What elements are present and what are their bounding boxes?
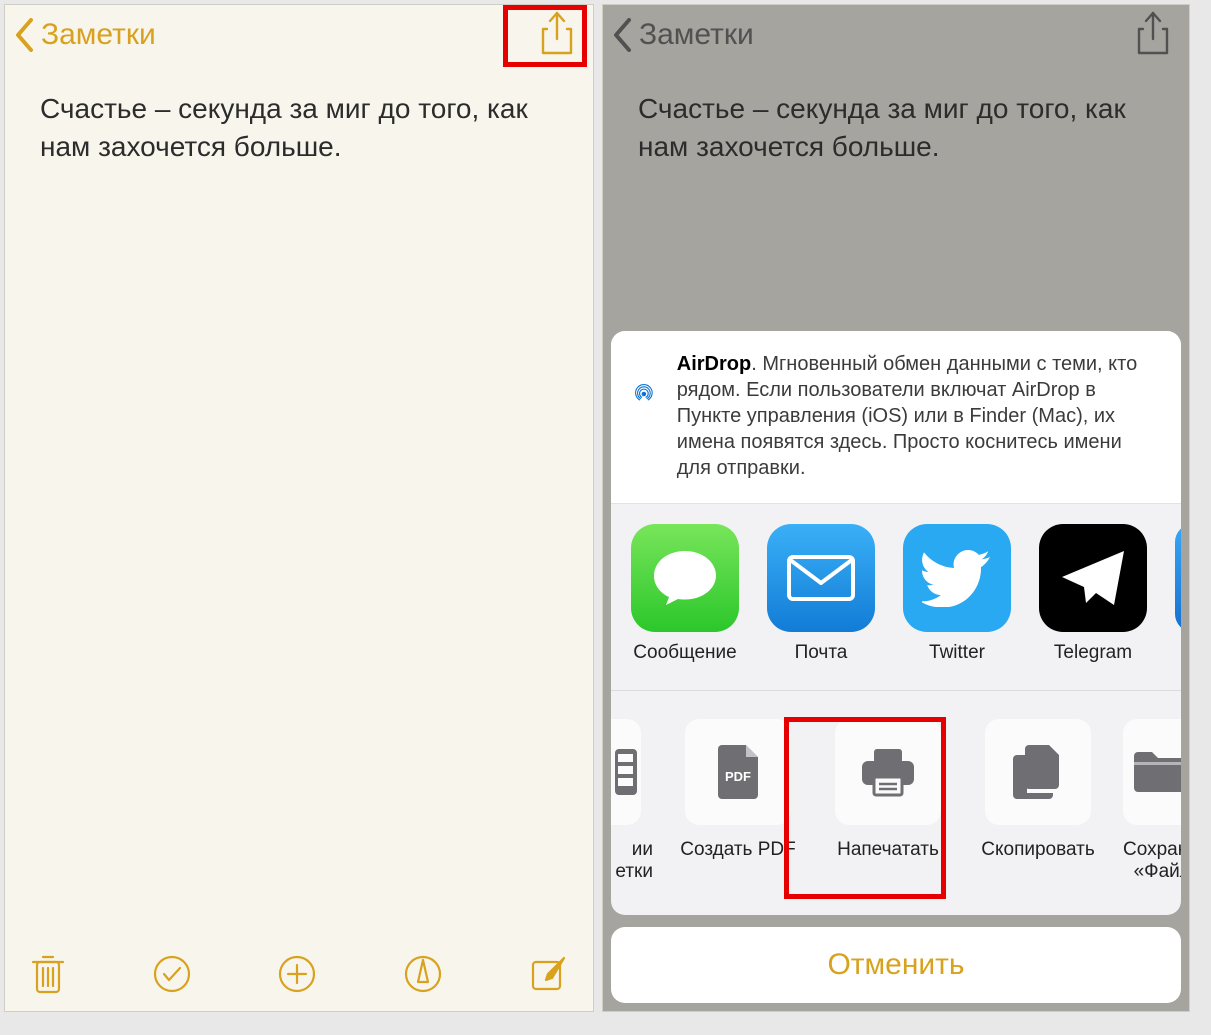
nav-bar-left: Заметки: [5, 5, 593, 65]
telegram-icon: [1039, 524, 1147, 632]
compose-icon: [528, 954, 568, 994]
share-action-print[interactable]: Напечатать: [823, 719, 953, 861]
share-action-create-pdf[interactable]: PDF Создать PDF: [673, 719, 803, 861]
delete-button[interactable]: [30, 952, 66, 1001]
share-app-telegram[interactable]: Telegram: [1039, 524, 1147, 664]
airdrop-section[interactable]: AirDrop. Мгновенный обмен данными с теми…: [611, 331, 1181, 504]
table-icon: [611, 719, 641, 825]
share-app-twitter[interactable]: Twitter: [903, 524, 1011, 664]
markup-icon: [403, 954, 443, 994]
share-icon: [1135, 11, 1171, 55]
folder-icon: [1123, 719, 1181, 825]
share-app-label: Twitter: [903, 642, 1011, 664]
check-circle-icon: [152, 954, 192, 994]
chevron-left-icon: [15, 18, 35, 52]
copy-icon: [985, 719, 1091, 825]
note-body-dimmed: Счастье – секунда за миг до того, как на…: [603, 65, 1189, 166]
mail-icon: [767, 524, 875, 632]
share-action-save-files[interactable]: Сохранить «Файлы»: [1123, 719, 1181, 883]
share-action-label: ииетки: [611, 839, 653, 883]
chevron-left-icon: [613, 18, 633, 52]
share-action-label: Скопировать: [973, 839, 1103, 861]
back-label: Заметки: [41, 18, 156, 52]
sketch-button[interactable]: [403, 954, 443, 999]
pdf-icon: PDF: [685, 719, 791, 825]
share-action-label: Создать PDF: [673, 839, 803, 861]
share-action-copy[interactable]: Скопировать: [973, 719, 1103, 861]
share-app-more[interactable]: [1175, 524, 1181, 642]
add-button[interactable]: [277, 954, 317, 999]
plus-circle-icon: [277, 954, 317, 994]
share-actions-row[interactable]: ииетки PDF Создать PDF Напечатать: [611, 691, 1181, 915]
share-button-dimmed: [1135, 11, 1171, 60]
cancel-button[interactable]: Отменить: [611, 927, 1181, 1003]
share-app-label: Telegram: [1039, 642, 1147, 664]
cancel-label: Отменить: [827, 948, 964, 982]
checklist-button[interactable]: [152, 954, 192, 999]
next-app-icon: [1175, 524, 1181, 632]
share-sheet: AirDrop. Мгновенный обмен данными с теми…: [603, 323, 1189, 1011]
share-action-label: Сохранить «Файлы»: [1123, 839, 1181, 883]
back-label: Заметки: [639, 18, 754, 52]
airdrop-title: AirDrop: [677, 353, 751, 375]
share-action-partial-left[interactable]: ииетки: [611, 719, 653, 883]
share-sheet-content: AirDrop. Мгновенный обмен данными с теми…: [611, 331, 1181, 915]
share-app-mail[interactable]: Почта: [767, 524, 875, 664]
share-app-messages[interactable]: Сообщение: [631, 524, 739, 664]
svg-text:PDF: PDF: [725, 769, 751, 784]
share-button[interactable]: [539, 11, 575, 60]
twitter-icon: [903, 524, 1011, 632]
nav-bar-right: Заметки: [603, 5, 1189, 65]
messages-icon: [631, 524, 739, 632]
back-button-dimmed: Заметки: [613, 18, 754, 52]
back-button[interactable]: Заметки: [15, 18, 156, 52]
airdrop-icon: [633, 351, 655, 437]
compose-button[interactable]: [528, 954, 568, 999]
bottom-toolbar: [5, 941, 593, 1011]
airdrop-text: AirDrop. Мгновенный обмен данными с теми…: [677, 351, 1161, 481]
print-icon: [835, 719, 941, 825]
share-icon: [539, 11, 575, 55]
share-apps-row[interactable]: Сообщение Почта Twitter: [611, 504, 1181, 691]
share-app-label: Почта: [767, 642, 875, 664]
notes-screen-sharesheet: Заметки Счастье – секунда за миг до того…: [602, 4, 1190, 1012]
notes-screen-before: Заметки Счастье – секунда за миг до того…: [4, 4, 594, 1012]
share-app-label: Сообщение: [631, 642, 739, 664]
share-action-label: Напечатать: [823, 839, 953, 861]
trash-icon: [30, 952, 66, 996]
note-body[interactable]: Счастье – секунда за миг до того, как на…: [5, 65, 593, 166]
